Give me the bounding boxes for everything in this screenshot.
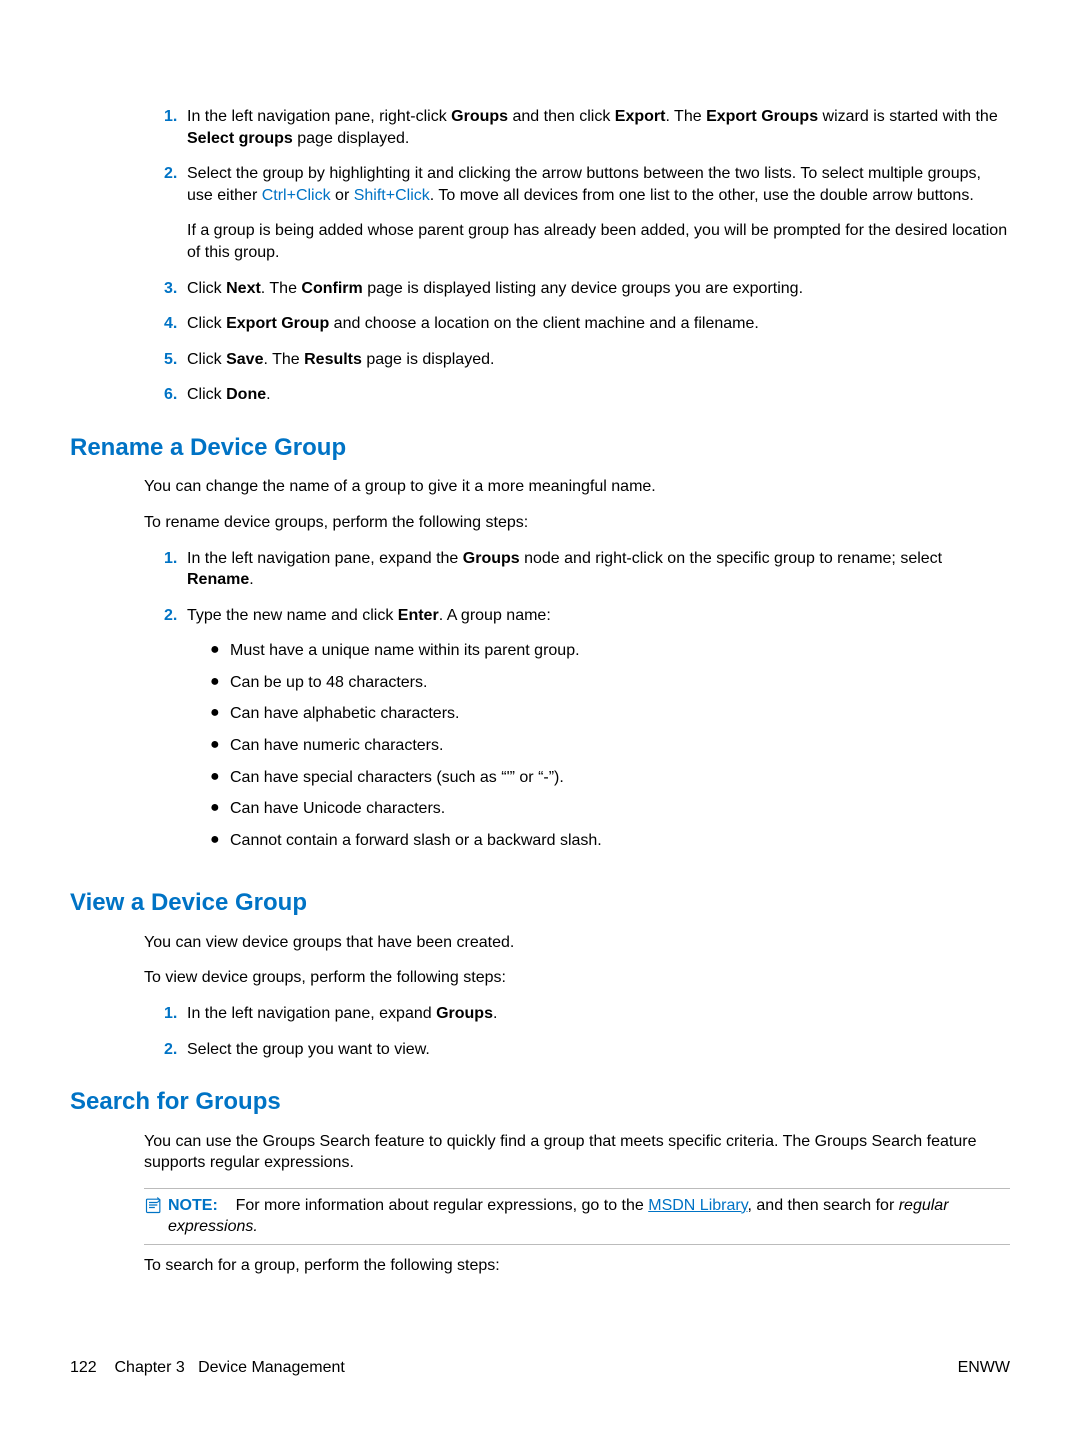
- list-number: 5.: [164, 349, 184, 371]
- numbered-list-export: 1.In the left navigation pane, right-cli…: [70, 106, 1010, 406]
- list-body: Type the new name and click Enter. A gro…: [184, 605, 1010, 862]
- body-text: To search for a group, perform the follo…: [144, 1255, 1010, 1277]
- numbered-list-rename: 1.In the left navigation pane, expand th…: [70, 548, 1010, 862]
- note-label: NOTE:: [168, 1197, 218, 1214]
- list-number: 2.: [164, 1039, 184, 1061]
- list-number: 2.: [164, 163, 184, 263]
- chapter-title: Chapter 3 Device Management: [114, 1359, 344, 1376]
- bullet-item: ●Can have special characters (such as “'…: [187, 767, 1010, 789]
- list-paragraph: Click Done.: [187, 384, 1010, 406]
- bullet-icon: ●: [210, 830, 230, 852]
- list-body: Select the group by highlighting it and …: [184, 163, 1010, 263]
- bullet-item: ●Can be up to 48 characters.: [187, 672, 1010, 694]
- bullet-text: Can have numeric characters.: [230, 735, 1010, 757]
- page-footer: 122 Chapter 3 Device Management ENWW: [70, 1357, 1010, 1379]
- list-paragraph: If a group is being added whose parent g…: [187, 220, 1010, 263]
- heading-search-for-groups: Search for Groups: [70, 1086, 1010, 1118]
- note-icon: [144, 1195, 168, 1238]
- list-body: Click Done.: [184, 384, 1010, 406]
- bullet-text: Can be up to 48 characters.: [230, 672, 1010, 694]
- heading-view-device-group: View a Device Group: [70, 887, 1010, 919]
- body-text: To rename device groups, perform the fol…: [144, 512, 1010, 534]
- list-number: 1.: [164, 548, 184, 591]
- note-text: For more information about regular expre…: [168, 1197, 949, 1236]
- page-number: 122: [70, 1359, 97, 1376]
- list-item: 1.In the left navigation pane, expand th…: [70, 548, 1010, 591]
- list-paragraph: Click Next. The Confirm page is displaye…: [187, 278, 1010, 300]
- list-paragraph: Click Export Group and choose a location…: [187, 313, 1010, 335]
- list-paragraph: Click Save. The Results page is displaye…: [187, 349, 1010, 371]
- list-body: Select the group you want to view.: [184, 1039, 1010, 1061]
- list-item: 3.Click Next. The Confirm page is displa…: [70, 278, 1010, 300]
- list-number: 6.: [164, 384, 184, 406]
- note-body: NOTE: For more information about regular…: [168, 1195, 1010, 1238]
- list-body: In the left navigation pane, expand Grou…: [184, 1003, 1010, 1025]
- list-body: In the left navigation pane, right-click…: [184, 106, 1010, 149]
- list-paragraph: In the left navigation pane, right-click…: [187, 106, 1010, 149]
- page-content: 1.In the left navigation pane, right-cli…: [70, 106, 1010, 1277]
- list-paragraph: Type the new name and click Enter. A gro…: [187, 605, 1010, 627]
- list-item: 6.Click Done.: [70, 384, 1010, 406]
- list-number: 4.: [164, 313, 184, 335]
- list-item: 2.Select the group by highlighting it an…: [70, 163, 1010, 263]
- bullet-item: ●Can have alphabetic characters.: [187, 703, 1010, 725]
- list-body: Click Next. The Confirm page is displaye…: [184, 278, 1010, 300]
- footer-right: ENWW: [958, 1357, 1010, 1379]
- list-number: 2.: [164, 605, 184, 862]
- list-item: 2.Select the group you want to view.: [70, 1039, 1010, 1061]
- bullet-item: ●Can have numeric characters.: [187, 735, 1010, 757]
- body-text: To view device groups, perform the follo…: [144, 967, 1010, 989]
- bullet-icon: ●: [210, 735, 230, 757]
- footer-left: 122 Chapter 3 Device Management: [70, 1357, 345, 1379]
- note-block: NOTE: For more information about regular…: [144, 1188, 1010, 1245]
- link[interactable]: MSDN Library: [648, 1197, 747, 1214]
- bullet-text: Can have alphabetic characters.: [230, 703, 1010, 725]
- bullet-item: ●Cannot contain a forward slash or a bac…: [187, 830, 1010, 852]
- list-paragraph: In the left navigation pane, expand Grou…: [187, 1003, 1010, 1025]
- bullet-item: ●Must have a unique name within its pare…: [187, 640, 1010, 662]
- list-number: 3.: [164, 278, 184, 300]
- list-item: 1.In the left navigation pane, right-cli…: [70, 106, 1010, 149]
- list-paragraph: Select the group by highlighting it and …: [187, 163, 1010, 206]
- bullet-icon: ●: [210, 703, 230, 725]
- bullet-icon: ●: [210, 767, 230, 789]
- bullet-list: ●Must have a unique name within its pare…: [187, 640, 1010, 851]
- list-body: Click Save. The Results page is displaye…: [184, 349, 1010, 371]
- list-item: 4.Click Export Group and choose a locati…: [70, 313, 1010, 335]
- list-number: 1.: [164, 1003, 184, 1025]
- bullet-icon: ●: [210, 798, 230, 820]
- bullet-icon: ●: [210, 640, 230, 662]
- bullet-text: Must have a unique name within its paren…: [230, 640, 1010, 662]
- list-paragraph: Select the group you want to view.: [187, 1039, 1010, 1061]
- list-body: In the left navigation pane, expand the …: [184, 548, 1010, 591]
- list-item: 1.In the left navigation pane, expand Gr…: [70, 1003, 1010, 1025]
- list-item: 5.Click Save. The Results page is displa…: [70, 349, 1010, 371]
- bullet-item: ●Can have Unicode characters.: [187, 798, 1010, 820]
- bullet-text: Can have special characters (such as “'”…: [230, 767, 1010, 789]
- list-item: 2.Type the new name and click Enter. A g…: [70, 605, 1010, 862]
- list-paragraph: In the left navigation pane, expand the …: [187, 548, 1010, 591]
- bullet-icon: ●: [210, 672, 230, 694]
- heading-rename-device-group: Rename a Device Group: [70, 432, 1010, 464]
- body-text: You can view device groups that have bee…: [144, 932, 1010, 954]
- list-body: Click Export Group and choose a location…: [184, 313, 1010, 335]
- bullet-text: Cannot contain a forward slash or a back…: [230, 830, 1010, 852]
- list-number: 1.: [164, 106, 184, 149]
- bullet-text: Can have Unicode characters.: [230, 798, 1010, 820]
- body-text: You can change the name of a group to gi…: [144, 476, 1010, 498]
- numbered-list-view: 1.In the left navigation pane, expand Gr…: [70, 1003, 1010, 1060]
- body-text: You can use the Groups Search feature to…: [144, 1131, 1010, 1174]
